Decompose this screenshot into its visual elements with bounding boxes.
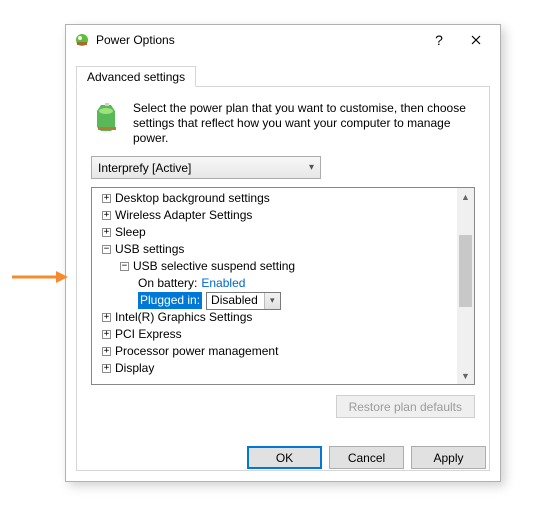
scroll-up-button[interactable]: ▲ [457,188,474,205]
expand-icon[interactable]: + [102,313,111,322]
tree-node-label: Desktop background settings [115,190,270,207]
collapse-icon[interactable]: − [120,262,129,271]
window-title: Power Options [96,33,422,47]
scroll-thumb[interactable] [459,235,472,307]
tree-node-label: USB settings [115,241,184,258]
help-button[interactable]: ? [422,26,456,54]
setting-label: Plugged in: [138,292,202,309]
tree-node[interactable]: Plugged in:Disabled▾ [92,292,457,309]
tree-node-label: Intel(R) Graphics Settings [115,309,252,326]
tree-node-label: Display [115,360,154,377]
tree-node[interactable]: −USB selective suspend setting [92,258,457,275]
tree-node[interactable]: + Wireless Adapter Settings [92,207,457,224]
expand-icon[interactable]: + [102,228,111,237]
tab-advanced-settings[interactable]: Advanced settings [76,66,196,87]
tree-node-label: USB selective suspend setting [133,258,295,275]
tree-node-label: Wireless Adapter Settings [115,207,252,224]
tree-node[interactable]: −USB settings [92,241,457,258]
expand-icon[interactable]: + [102,330,111,339]
setting-value-link[interactable]: Enabled [201,275,245,292]
expand-icon[interactable]: + [102,364,111,373]
battery-plan-icon [91,101,123,133]
tree-node[interactable]: + Processor power management [92,343,457,360]
power-options-icon [74,32,90,48]
intro-row: Select the power plan that you want to c… [91,101,475,146]
cancel-button[interactable]: Cancel [329,446,404,469]
intro-text: Select the power plan that you want to c… [133,101,475,146]
expand-icon[interactable]: + [102,347,111,356]
setting-label: On battery: [138,275,197,292]
expand-icon[interactable]: + [102,194,111,203]
tree-node[interactable]: + PCI Express [92,326,457,343]
tab-panel: Select the power plan that you want to c… [76,86,490,471]
tree-node[interactable]: + Display [92,360,457,377]
tree-node-label: PCI Express [115,326,182,343]
scroll-down-button[interactable]: ▼ [457,367,474,384]
dialog-button-row: OK Cancel Apply [247,446,486,469]
power-plan-select[interactable]: Interprefy [Active] ▾ [91,156,321,179]
expand-icon[interactable]: + [102,211,111,220]
setting-value-select[interactable]: Disabled▾ [206,292,281,310]
callout-arrow [12,269,68,285]
power-options-dialog: Power Options ? Advanced settings [65,24,501,482]
scroll-track[interactable] [457,205,474,367]
settings-tree: + Desktop background settings + Wireless Ad… [91,187,475,385]
tree-node[interactable]: On battery:Enabled [92,275,457,292]
close-button[interactable] [456,26,496,54]
chevron-down-icon[interactable]: ▾ [264,293,280,309]
tree-node-label: Sleep [115,224,146,241]
titlebar: Power Options ? [66,25,500,55]
restore-plan-defaults-button[interactable]: Restore plan defaults [336,395,475,418]
tree-node-label: Processor power management [115,343,278,360]
vertical-scrollbar[interactable]: ▲ ▼ [457,188,474,384]
tree-node[interactable]: + Sleep [92,224,457,241]
tree-node[interactable]: + Desktop background settings [92,190,457,207]
collapse-icon[interactable]: − [102,245,111,254]
tree-node[interactable]: + Intel(R) Graphics Settings [92,309,457,326]
ok-button[interactable]: OK [247,446,322,469]
apply-button[interactable]: Apply [411,446,486,469]
chevron-down-icon: ▾ [309,162,314,173]
